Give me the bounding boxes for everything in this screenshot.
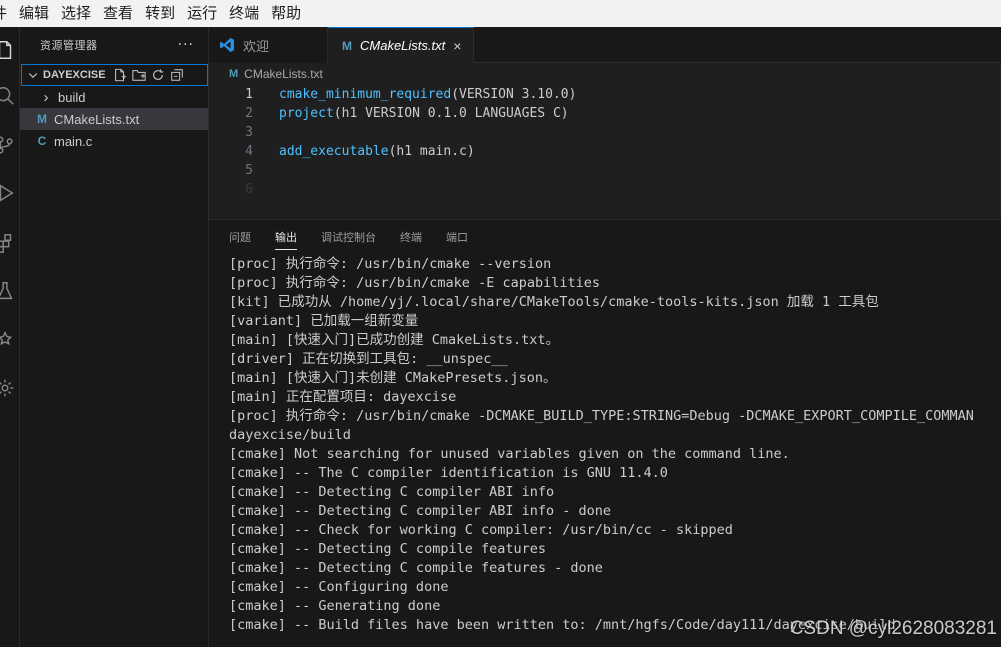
output-line: [cmake] -- The C compiler identification… (229, 465, 668, 481)
output-line: [cmake] -- Detecting C compiler ABI info… (229, 503, 612, 519)
testing-icon[interactable] (0, 280, 16, 302)
output-line: [main] [快速入门]未创建 CMakePresets.json。 (229, 370, 557, 386)
tab-terminal[interactable]: 终端 (400, 220, 422, 256)
output-line: [cmake] -- Configuring done (229, 579, 449, 595)
output-line: [proc] 执行命令: /usr/bin/cmake --version (229, 256, 552, 272)
new-folder-icon[interactable] (131, 67, 147, 83)
line-number: 3 (245, 125, 253, 140)
watermark: CSDN @cyl2628083281 (789, 618, 997, 639)
menu-terminal[interactable]: 终端 (223, 0, 265, 27)
files-icon[interactable] (0, 39, 16, 61)
tab-label: 欢迎 (243, 38, 270, 54)
sidebar-header: 资源管理器 ··· (20, 27, 208, 63)
output-line: [cmake] -- Generating done (229, 598, 441, 614)
code-line: 2 project(h1 VERSION 0.1.0 LANGUAGES C) (209, 104, 1001, 123)
tree-item-main-c[interactable]: C main.c (20, 130, 208, 152)
cmake-file-icon: M (229, 68, 239, 80)
output-line: [cmake] -- Detecting C compile features (229, 541, 546, 557)
tab-welcome[interactable]: 欢迎 (209, 27, 328, 63)
c-file-icon: C (37, 134, 47, 148)
cmake-file-icon: M (37, 112, 47, 126)
menu-selection[interactable]: 选择 (55, 0, 97, 27)
run-debug-icon[interactable] (0, 182, 16, 204)
tree-item-build[interactable]: › build (20, 86, 208, 108)
line-number: 6 (245, 182, 253, 197)
output-line: [driver] 正在切换到工具包: __unspec__ (229, 351, 508, 367)
breadcrumb-item[interactable]: CMakeLists.txt (244, 67, 323, 81)
cmake-icon[interactable] (0, 330, 16, 352)
output-line: [proc] 执行命令: /usr/bin/cmake -DCMAKE_BUIL… (229, 408, 974, 424)
line-number: 1 (245, 87, 253, 102)
code-function: project (279, 106, 334, 121)
more-actions-button[interactable]: ··· (178, 37, 194, 53)
tree-item-label: CMakeLists.txt (54, 111, 140, 127)
code-line: 6 (209, 180, 1001, 199)
tab-cmakelists[interactable]: M CMakeLists.txt × (328, 27, 474, 63)
explorer-sidebar: 资源管理器 ··· DAYEXCISE › build M CMakeLists… (20, 27, 209, 647)
output-line: [main] [快速入门]已成功创建 CmakeLists.txt。 (229, 332, 560, 348)
code-line: 1 cmake_minimum_required(VERSION 3.10.0) (209, 85, 1001, 104)
extensions-icon[interactable] (0, 232, 16, 254)
code-line: 3 (209, 123, 1001, 142)
source-control-icon[interactable] (0, 134, 16, 156)
tree-item-label: build (58, 89, 86, 105)
code-args: (VERSION 3.10.0) (451, 87, 577, 102)
tab-output[interactable]: 输出 (275, 220, 297, 256)
menu-bar: 件 编辑 选择 查看 转到 运行 终端 帮助 (0, 0, 1001, 27)
output-line: [cmake] -- Detecting C compile features … (229, 560, 603, 576)
collapse-all-icon[interactable] (169, 67, 185, 83)
activity-bar (0, 27, 20, 647)
code-function: cmake_minimum_required (279, 87, 452, 102)
breadcrumb: M CMakeLists.txt (209, 63, 1001, 85)
sidebar-title: 资源管理器 (40, 39, 98, 52)
output-line: [variant] 已加载一组新变量 (229, 313, 419, 329)
cmake-file-icon: M (342, 38, 352, 53)
tree-item-label: main.c (54, 133, 93, 149)
refresh-icon[interactable] (150, 67, 166, 83)
output-log[interactable]: [proc] 执行命令: /usr/bin/cmake --version [p… (229, 255, 1001, 647)
folder-actions (112, 67, 185, 83)
menu-go[interactable]: 转到 (139, 0, 181, 27)
code-args: (h1 VERSION 0.1.0 LANGUAGES C) (333, 106, 569, 121)
search-icon[interactable] (0, 85, 16, 107)
tab-problems[interactable]: 问题 (229, 220, 251, 256)
output-line: [cmake] -- Detecting C compiler ABI info (229, 484, 555, 500)
bottom-panel: 问题 输出 调试控制台 终端 端口 [proc] 执行命令: /usr/bin/… (209, 219, 1001, 647)
line-number: 4 (245, 144, 253, 159)
panel-tab-bar: 问题 输出 调试控制台 终端 端口 (209, 220, 1001, 256)
menu-help[interactable]: 帮助 (265, 0, 307, 27)
code-line: 4 add_executable(h1 main.c) (209, 142, 1001, 161)
line-number: 5 (245, 163, 253, 178)
close-icon[interactable]: × (453, 38, 461, 54)
tab-ports[interactable]: 端口 (446, 220, 468, 256)
chevron-right-icon: › (43, 88, 49, 106)
menu-file[interactable]: 件 (0, 0, 13, 27)
tab-label: CMakeLists.txt (360, 38, 446, 53)
output-line: [proc] 执行命令: /usr/bin/cmake -E capabilit… (229, 275, 600, 291)
output-line: [cmake] Not searching for unused variabl… (229, 446, 790, 462)
tree-item-cmakelists[interactable]: M CMakeLists.txt (20, 108, 208, 130)
chevron-down-icon (25, 67, 41, 83)
code-function: add_executable (279, 144, 389, 159)
menu-edit[interactable]: 编辑 (13, 0, 55, 27)
output-line: dayexcise/build (229, 427, 351, 443)
code-editor[interactable]: 1 cmake_minimum_required(VERSION 3.10.0)… (209, 85, 1001, 219)
menu-run[interactable]: 运行 (181, 0, 223, 27)
code-args: (h1 main.c) (388, 144, 475, 159)
new-file-icon[interactable] (112, 67, 128, 83)
output-line: [cmake] -- Check for working C compiler:… (229, 522, 733, 538)
workspace-folder-name: DAYEXCISE (43, 69, 106, 81)
line-number: 2 (245, 106, 253, 121)
code-line: 5 (209, 161, 1001, 180)
vscode-logo-icon (220, 38, 234, 52)
output-line: [main] 正在配置项目: dayexcise (229, 389, 457, 405)
tab-debug-console[interactable]: 调试控制台 (321, 220, 376, 256)
editor-tab-bar: 欢迎 M CMakeLists.txt × (209, 27, 1001, 63)
workspace-folder-header[interactable]: DAYEXCISE (21, 64, 208, 86)
output-line: [kit] 已成功从 /home/yj/.local/share/CMakeTo… (229, 294, 879, 310)
remote-icon[interactable] (0, 377, 16, 399)
menu-view[interactable]: 查看 (97, 0, 139, 27)
